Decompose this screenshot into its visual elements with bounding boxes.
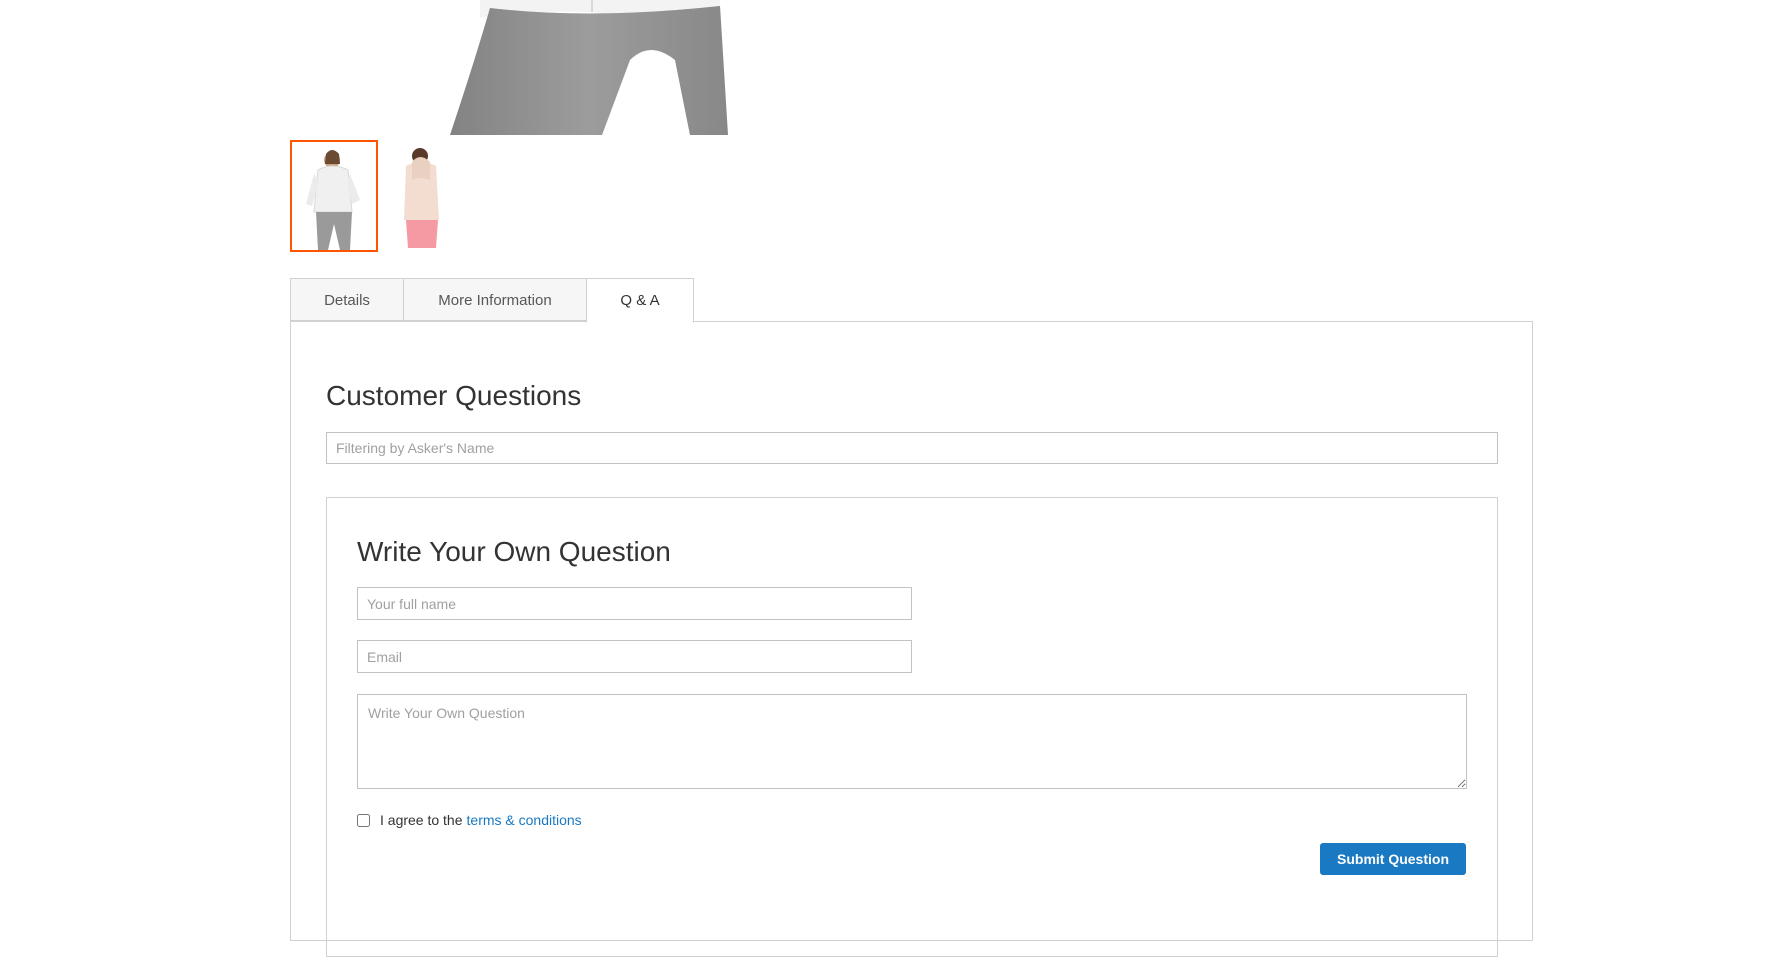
terms-agreement: I agree to the terms & conditions (357, 810, 582, 830)
customer-questions-title: Customer Questions (326, 380, 582, 411)
terms-conditions-link[interactable]: terms & conditions (467, 812, 582, 828)
tab-details[interactable]: Details (290, 278, 404, 321)
full-name-field[interactable] (357, 587, 912, 620)
hoodie-white-front-thumbnail-icon (306, 150, 360, 250)
tab-qa[interactable]: Q & A (586, 278, 694, 323)
agree-label: I agree to the (380, 812, 463, 828)
submit-question-button[interactable]: Submit Question (1320, 843, 1466, 875)
tab-more-information[interactable]: More Information (403, 278, 587, 321)
asker-name-filter-input[interactable] (326, 432, 1498, 464)
thumbnail-hoodie-front[interactable] (290, 140, 378, 252)
thumbnail-hoodie-back[interactable] (382, 140, 466, 248)
question-textarea[interactable] (357, 694, 1467, 789)
write-question-form: Write Your Own Question I agree to the t… (326, 497, 1498, 957)
main-product-image (290, 0, 790, 135)
email-field[interactable] (357, 640, 912, 673)
terms-checkbox[interactable] (357, 813, 370, 827)
write-question-title: Write Your Own Question (357, 536, 671, 567)
qa-panel: Customer Questions Write Your Own Questi… (290, 321, 1533, 957)
hoodie-pink-back-thumbnail-icon (404, 148, 439, 248)
